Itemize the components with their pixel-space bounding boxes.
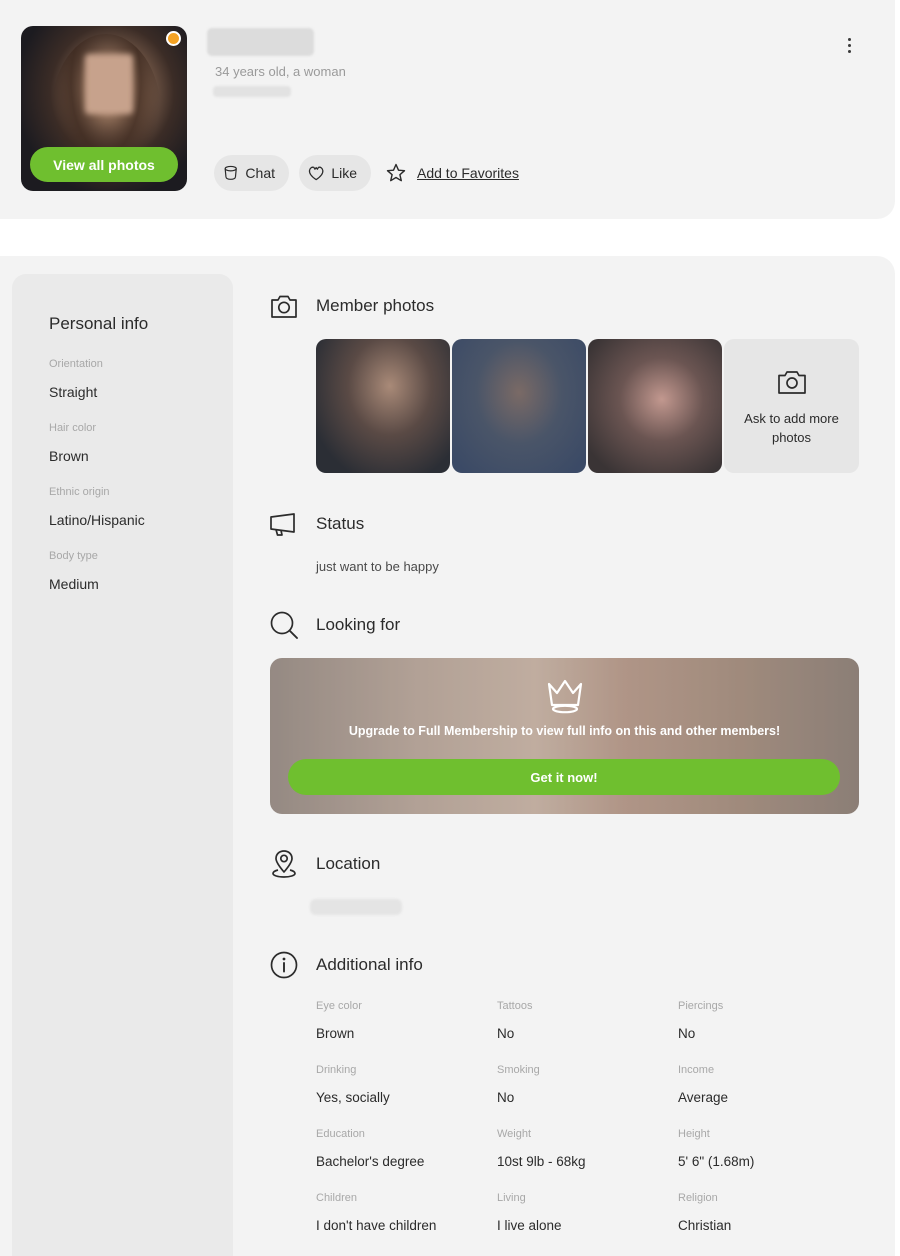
living-label: Living bbox=[497, 1192, 526, 1204]
upgrade-message: Upgrade to Full Membership to view full … bbox=[348, 724, 781, 738]
weight-label: Weight bbox=[497, 1128, 532, 1140]
camera-icon bbox=[271, 295, 297, 318]
orientation-value: Straight bbox=[49, 384, 98, 400]
search-icon bbox=[270, 611, 298, 639]
children-label: Children bbox=[316, 1192, 357, 1204]
religion-label: Religion bbox=[678, 1192, 718, 1204]
tattoos-value: No bbox=[497, 1026, 515, 1041]
ethnic-origin-value: Latino/Hispanic bbox=[49, 512, 145, 528]
income-label: Income bbox=[678, 1064, 715, 1076]
age-gender-line: 34 years old, a woman bbox=[215, 64, 346, 79]
camera-icon bbox=[777, 371, 806, 394]
ask-more-photos-button[interactable]: Ask to add more photos bbox=[724, 339, 859, 473]
avatar-face-blur bbox=[85, 54, 133, 114]
location-pin-icon bbox=[272, 850, 296, 878]
like-label: Like bbox=[331, 165, 357, 181]
hair-color-value: Brown bbox=[49, 448, 89, 464]
ethnic-origin-label: Ethnic origin bbox=[49, 486, 110, 498]
get-it-now-button[interactable]: Get it now! bbox=[288, 759, 840, 795]
chat-cup-icon bbox=[224, 165, 237, 180]
member-name-blurred bbox=[207, 28, 314, 56]
more-options-icon[interactable] bbox=[838, 34, 860, 56]
megaphone-icon bbox=[270, 513, 295, 536]
piercings-label: Piercings bbox=[678, 1000, 724, 1012]
body-type-value: Medium bbox=[49, 576, 99, 592]
location-title: Location bbox=[316, 854, 381, 873]
add-to-favorites-link[interactable]: Add to Favorites bbox=[385, 160, 519, 186]
chat-label: Chat bbox=[245, 165, 275, 181]
smoking-label: Smoking bbox=[497, 1064, 540, 1076]
hair-color-label: Hair color bbox=[49, 422, 97, 434]
member-photo-thumbnail[interactable] bbox=[452, 339, 586, 473]
drinking-label: Drinking bbox=[316, 1064, 357, 1076]
personal-info-title: Personal info bbox=[49, 314, 149, 333]
member-photo-thumbnail[interactable] bbox=[316, 339, 450, 473]
ask-more-photos-label: Ask to add more photos bbox=[744, 411, 839, 445]
favorites-label: Add to Favorites bbox=[417, 165, 519, 181]
smoking-value: No bbox=[497, 1090, 515, 1105]
member-location-blurred bbox=[213, 86, 291, 97]
heart-icon bbox=[308, 166, 324, 181]
status-text: just want to be happy bbox=[316, 559, 439, 574]
location-value-blurred bbox=[310, 899, 402, 915]
status-title: Status bbox=[316, 514, 365, 533]
star-icon bbox=[386, 163, 406, 182]
online-status-dot bbox=[166, 31, 181, 46]
income-value: Average bbox=[678, 1090, 729, 1105]
weight-value: 10st 9lb - 68kg bbox=[497, 1154, 586, 1169]
looking-for-title: Looking for bbox=[316, 615, 401, 634]
height-value: 5' 6" (1.68m) bbox=[678, 1154, 755, 1169]
member-photo-thumbnail[interactable] bbox=[588, 339, 722, 473]
like-button[interactable]: Like bbox=[299, 155, 371, 191]
view-all-photos-button[interactable]: View all photos bbox=[30, 147, 178, 182]
living-value: I live alone bbox=[497, 1218, 562, 1233]
info-icon bbox=[270, 951, 298, 979]
children-value: I don't have children bbox=[316, 1218, 437, 1233]
chat-button[interactable]: Chat bbox=[214, 155, 289, 191]
upgrade-membership-banner: Upgrade to Full Membership to view full … bbox=[270, 658, 859, 814]
drinking-value: Yes, socially bbox=[316, 1090, 390, 1105]
personal-info-sidebar: Personal info Orientation Straight Hair … bbox=[12, 274, 233, 1256]
piercings-value: No bbox=[678, 1026, 696, 1041]
additional-info-title: Additional info bbox=[316, 955, 423, 974]
orientation-label: Orientation bbox=[49, 358, 103, 370]
education-value: Bachelor's degree bbox=[316, 1154, 425, 1169]
eye-color-value: Brown bbox=[316, 1026, 355, 1041]
education-label: Education bbox=[316, 1128, 365, 1140]
religion-value: Christian bbox=[678, 1218, 732, 1233]
profile-header-card: View all photos 34 years old, a woman Ch… bbox=[0, 0, 895, 219]
crown-icon bbox=[547, 679, 583, 714]
member-photos-title: Member photos bbox=[316, 296, 435, 315]
eye-color-label: Eye color bbox=[316, 1000, 362, 1012]
height-label: Height bbox=[678, 1128, 710, 1140]
body-type-label: Body type bbox=[49, 550, 98, 562]
tattoos-label: Tattoos bbox=[497, 1000, 533, 1012]
